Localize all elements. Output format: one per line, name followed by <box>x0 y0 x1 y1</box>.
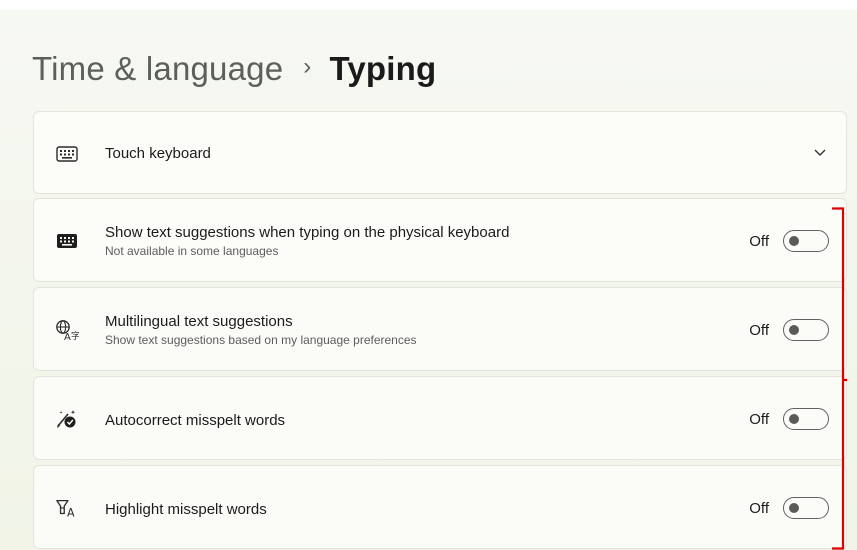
svg-text:A: A <box>64 332 71 341</box>
autocorrect-pen-icon <box>55 407 79 431</box>
setting-row-multilingual: A 字 Multilingual text suggestions Show t… <box>33 287 847 371</box>
toggle-state-label: Off <box>749 410 769 428</box>
setting-label: Show text suggestions when typing on the… <box>105 224 510 241</box>
svg-text:A: A <box>67 506 75 519</box>
toggle-switch[interactable] <box>783 408 829 430</box>
setting-row-text-suggestions: Show text suggestions when typing on the… <box>33 198 847 282</box>
toggle-control[interactable]: Off <box>749 230 829 252</box>
chevron-down-icon[interactable] <box>813 145 827 159</box>
toggle-control[interactable]: Off <box>749 408 829 430</box>
setting-description: Not available in some languages <box>105 244 279 258</box>
touch-keyboard-card[interactable]: Touch keyboard <box>33 111 847 194</box>
setting-label: Highlight misspelt words <box>105 501 267 518</box>
page-title: Time & language › Typing <box>32 47 436 91</box>
breadcrumb-current: Typing <box>329 50 437 87</box>
setting-label: Autocorrect misspelt words <box>105 412 286 429</box>
toggle-control[interactable]: Off <box>749 319 829 341</box>
window-top-band <box>0 0 857 10</box>
svg-text:字: 字 <box>71 330 79 341</box>
toggle-state-label: Off <box>749 232 769 250</box>
breadcrumb-parent[interactable]: Time & language <box>32 50 283 88</box>
touch-keyboard-label: Touch keyboard <box>105 145 211 162</box>
keyboard-filled-icon <box>55 229 79 253</box>
toggle-state-label: Off <box>749 499 769 517</box>
toggle-state-label: Off <box>749 321 769 339</box>
annotation-bracket <box>832 207 847 550</box>
toggle-switch[interactable] <box>783 230 829 252</box>
toggle-knob <box>789 236 799 246</box>
setting-row-autocorrect: Autocorrect misspelt words Off <box>33 376 847 460</box>
setting-label: Multilingual text suggestions <box>105 313 293 330</box>
toggle-knob <box>789 414 799 424</box>
setting-row-highlight: A Highlight misspelt words Off <box>33 465 847 549</box>
highlight-text-icon: A <box>55 496 79 520</box>
toggle-knob <box>789 325 799 335</box>
toggle-switch[interactable] <box>783 497 829 519</box>
toggle-switch[interactable] <box>783 319 829 341</box>
keyboard-outline-icon <box>55 142 79 166</box>
toggle-knob <box>789 503 799 513</box>
toggle-control[interactable]: Off <box>749 497 829 519</box>
setting-description: Show text suggestions based on my langua… <box>105 333 417 347</box>
breadcrumb-separator: › <box>303 53 312 80</box>
globe-language-icon: A 字 <box>55 318 79 342</box>
